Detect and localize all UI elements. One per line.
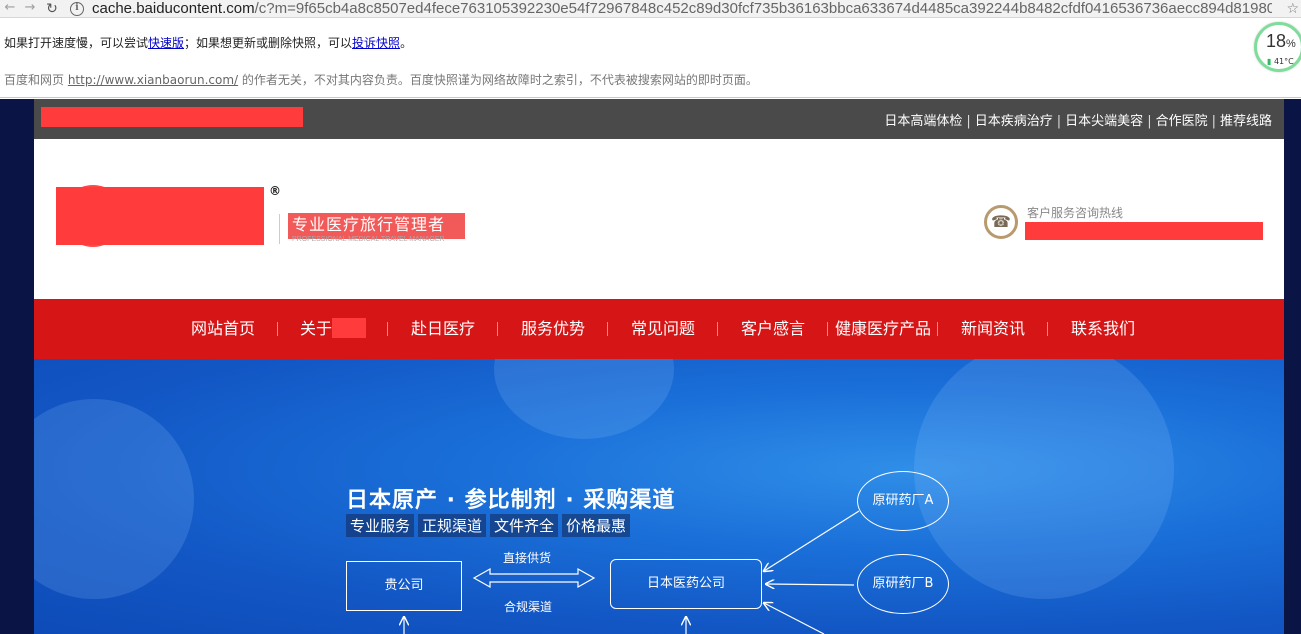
thermometer-icon: ▮ <box>1267 57 1272 66</box>
redacted-block <box>332 317 366 338</box>
arrow-b <box>766 584 855 585</box>
cpu-temp: ▮ 41°C <box>1267 57 1294 66</box>
hero-banner[interactable]: 日本原产 · 参比制剂 · 采购渠道 专业服务 正规渠道 文件齐全 价格最惠 贵… <box>34 359 1284 634</box>
website: 日本高端体检 | 日本疾病治疗 | 日本尖端美容 | 合作医院 | 推荐线路 ® 专业医疗旅行管… <box>34 99 1284 634</box>
nav-testimonials[interactable]: 客户感言 <box>718 299 828 359</box>
redacted-block <box>41 107 303 127</box>
slogan-english: PROFESSIONAL MEDICAL TRAVEL MANAGER <box>292 236 445 243</box>
nav-advantages[interactable]: 服务优势 <box>498 299 608 359</box>
nav-about-label: 关于 <box>299 319 332 338</box>
top-link-routes[interactable]: 推荐线路 <box>1220 114 1272 129</box>
nav-faq[interactable]: 常见问题 <box>608 299 718 359</box>
hotline-number <box>1025 222 1263 240</box>
factory-a-node: 原研药厂A <box>857 471 949 531</box>
url-field[interactable]: cache.baiducontent.com/c?m=9f65cb4a8c850… <box>92 0 1272 18</box>
nav-products[interactable]: 健康医疗产品 <box>828 299 938 359</box>
complain-snapshot-link[interactable]: 投诉快照 <box>352 36 400 50</box>
divider <box>279 214 280 244</box>
top-link-beauty[interactable]: 日本尖端美容 <box>1065 114 1143 129</box>
reload-icon[interactable]: ↻ <box>40 1 64 17</box>
notice-text: 。 <box>400 36 413 50</box>
cache-notice-banner: 如果打开速度慢，可以尝试快速版；如果想更新或删除快照，可以投诉快照。 百度和网页… <box>0 18 1301 98</box>
compliant-channel-label: 合规渠道 <box>504 600 553 614</box>
top-bar: 日本高端体检 | 日本疾病治疗 | 日本尖端美容 | 合作医院 | 推荐线路 <box>34 99 1284 139</box>
factory-b-node: 原研药厂B <box>857 554 949 614</box>
top-link-checkup[interactable]: 日本高端体检 <box>884 114 962 129</box>
registered-mark: ® <box>269 184 281 198</box>
url-host: cache.baiducontent.com <box>92 0 255 17</box>
hotline-label: 客户服务咨询热线 <box>1027 206 1124 220</box>
top-link-treatment[interactable]: 日本疾病治疗 <box>975 114 1053 129</box>
separator: | <box>1211 114 1216 129</box>
japan-pharma-box: 日本医药公司 <box>610 559 762 609</box>
cache-notice-line1: 如果打开速度慢，可以尝试快速版；如果想更新或删除快照，可以投诉快照。 <box>4 34 412 51</box>
site-header: ® 专业医疗旅行管理者 PROFESSIONAL MEDICAL TRAVEL … <box>34 139 1284 299</box>
back-arrow-icon[interactable]: ← <box>0 0 20 18</box>
address-bar: ← → ↻ i cache.baiducontent.com/c?m=9f65c… <box>0 0 1301 18</box>
separator: | <box>1147 114 1152 129</box>
direct-supply-label: 直接供货 <box>503 551 552 565</box>
double-arrow-icon <box>472 567 596 589</box>
info-icon[interactable]: i <box>70 1 84 16</box>
star-icon[interactable]: ☆ <box>1286 0 1299 18</box>
nav-contact[interactable]: 联系我们 <box>1048 299 1158 359</box>
nav-about[interactable]: 关于 <box>278 299 388 359</box>
performance-widget[interactable]: 18% ▮ 41°C <box>1254 22 1301 72</box>
source-url-link[interactable]: http://www.xianbaorun.com/ <box>68 73 238 87</box>
separator: | <box>1056 114 1062 129</box>
client-company-box: 贵公司 <box>346 561 462 611</box>
notice-text: 的作者无关，不对其内容负责。百度快照谨为网络故障时之索引，不代表被搜索网站的即时… <box>238 73 758 87</box>
top-links: 日本高端体检 | 日本疾病治疗 | 日本尖端美容 | 合作医院 | 推荐线路 <box>884 110 1272 129</box>
memory-percent: 18% <box>1266 31 1296 51</box>
nav-medical-japan[interactable]: 赴日医疗 <box>388 299 498 359</box>
site-logo[interactable] <box>56 187 264 245</box>
url-path: /c?m=9f65cb4a8c8507ed4fece763105392230e5… <box>254 0 1272 17</box>
separator: | <box>966 114 971 129</box>
arrow-a <box>764 510 860 571</box>
arrow-c <box>764 603 825 634</box>
nav-home[interactable]: 网站首页 <box>168 299 278 359</box>
notice-text: ；如果想更新或删除快照，可以 <box>184 36 353 50</box>
notice-text: 百度和网页 <box>4 73 68 87</box>
notice-text: 如果打开速度慢，可以尝试 <box>4 36 149 50</box>
forward-arrow-icon[interactable]: → <box>20 0 40 18</box>
fast-version-link[interactable]: 快速版 <box>148 36 184 50</box>
main-nav: 网站首页 关于 赴日医疗 服务优势 常见问题 客户感言 健康医疗产品 新闻资讯 … <box>34 299 1284 359</box>
top-link-hospitals[interactable]: 合作医院 <box>1156 114 1208 129</box>
cache-notice-line2: 百度和网页 http://www.xianbaorun.com/ 的作者无关，不… <box>4 71 758 88</box>
nav-news[interactable]: 新闻资讯 <box>938 299 1048 359</box>
phone-icon: ☎ <box>984 205 1018 239</box>
